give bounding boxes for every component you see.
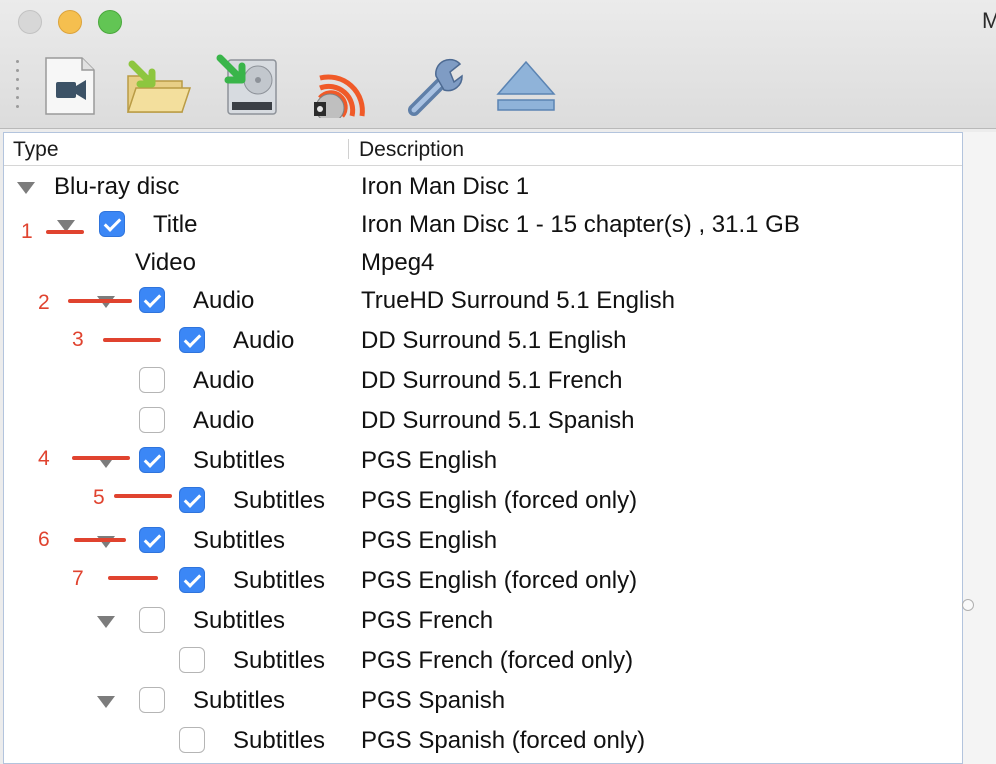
row-description: PGS English (361, 527, 498, 554)
row-type: Subtitles (233, 727, 326, 754)
row-type: Subtitles (233, 567, 326, 594)
row-type: Audio (193, 407, 255, 434)
outline-row[interactable]: Blu-ray disc Iron Man Disc 1 (4, 168, 962, 208)
row-checkbox[interactable] (99, 211, 125, 237)
annotation-stroke (72, 456, 130, 460)
row-checkbox[interactable] (139, 607, 165, 633)
row-description: PGS English (forced only) (361, 487, 638, 514)
outline-row[interactable]: Subtitles PGS French (forced only) (4, 642, 962, 682)
annotation-number: 5 (93, 486, 105, 509)
row-description: PGS English (forced only) (361, 567, 638, 594)
row-description: PGS English (361, 447, 498, 474)
eject-icon[interactable] (492, 54, 562, 118)
row-description: Iron Man Disc 1 - 15 chapter(s) , 31.1 G… (361, 211, 800, 238)
outline-row[interactable]: Subtitles PGS French (4, 602, 962, 642)
annotation-stroke (114, 494, 172, 498)
outline-row[interactable]: Subtitles PGS English (forced only) (4, 562, 962, 602)
annotation-number: 4 (38, 447, 50, 470)
row-checkbox[interactable] (179, 727, 205, 753)
row-description: PGS Spanish (forced only) (361, 727, 646, 754)
window-toolbar: M (0, 0, 996, 129)
row-description: DD Surround 5.1 Spanish (361, 407, 635, 434)
row-checkbox[interactable] (139, 367, 165, 393)
wrench-icon[interactable] (400, 54, 470, 118)
row-type: Subtitles (233, 647, 326, 674)
row-description: Iron Man Disc 1 (361, 173, 530, 200)
outline-row[interactable]: Video Mpeg4 (4, 244, 962, 284)
row-checkbox[interactable] (179, 567, 205, 593)
description-column-header[interactable]: Description (359, 138, 464, 162)
row-description: TrueHD Surround 5.1 English (361, 287, 675, 314)
toolbar-grip[interactable] (16, 60, 20, 114)
annotation-number: 1 (21, 220, 33, 243)
row-checkbox[interactable] (179, 327, 205, 353)
row-type: Title (153, 211, 198, 238)
outline-row[interactable]: Audio DD Surround 5.1 English (4, 322, 962, 362)
row-description: PGS French (forced only) (361, 647, 634, 674)
row-type: Audio (233, 327, 295, 354)
row-checkbox[interactable] (139, 407, 165, 433)
column-divider[interactable] (348, 139, 349, 159)
minimize-window-button[interactable] (58, 10, 82, 34)
row-type: Audio (193, 367, 255, 394)
disclosure-triangle-icon[interactable] (17, 182, 35, 194)
window-title: M (982, 8, 996, 33)
video-camera-icon[interactable] (36, 54, 106, 118)
outline-row[interactable]: Audio DD Surround 5.1 French (4, 362, 962, 402)
row-description: DD Surround 5.1 English (361, 327, 627, 354)
scroll-knob[interactable] (962, 599, 974, 611)
annotation-stroke (108, 576, 158, 580)
scroll-gutter (963, 132, 996, 764)
stream-disc-icon[interactable] (306, 54, 376, 123)
row-checkbox[interactable] (179, 487, 205, 513)
annotation-number: 2 (38, 291, 50, 314)
disclosure-triangle-icon[interactable] (97, 616, 115, 628)
row-checkbox[interactable] (179, 647, 205, 673)
row-type: Subtitles (193, 607, 286, 634)
row-checkbox[interactable] (139, 287, 165, 313)
row-description: PGS French (361, 607, 494, 634)
row-description: PGS Spanish (361, 687, 506, 714)
row-type: Subtitles (193, 447, 286, 474)
annotation-stroke (46, 230, 84, 234)
row-type: Audio (193, 287, 255, 314)
outline-row[interactable]: Subtitles PGS Spanish (4, 682, 962, 722)
row-type: Subtitles (193, 527, 286, 554)
close-window-button[interactable] (18, 10, 42, 34)
annotation-number: 3 (72, 328, 84, 351)
outline-row[interactable]: Subtitles PGS Spanish (forced only) (4, 722, 962, 762)
outline-row[interactable]: Subtitles PGS English (forced only) (4, 482, 962, 522)
drive-import-icon[interactable] (214, 54, 284, 118)
row-checkbox[interactable] (139, 527, 165, 553)
row-type: Subtitles (193, 687, 286, 714)
annotation-stroke (68, 299, 132, 303)
annotation-stroke (74, 538, 126, 542)
outline-row[interactable]: Title Iron Man Disc 1 - 15 chapter(s) , … (4, 206, 962, 246)
outline-row[interactable]: Audio DD Surround 5.1 Spanish (4, 402, 962, 442)
zoom-window-button[interactable] (98, 10, 122, 34)
outline-row[interactable]: Audio TrueHD Surround 5.1 English (4, 282, 962, 322)
annotation-stroke (103, 338, 161, 342)
annotation-number: 7 (72, 567, 84, 590)
row-checkbox[interactable] (139, 687, 165, 713)
row-description: Mpeg4 (361, 249, 435, 276)
row-type: Video (135, 249, 196, 276)
annotation-number: 6 (38, 528, 50, 551)
type-column-header[interactable]: Type (13, 138, 59, 162)
row-checkbox[interactable] (139, 447, 165, 473)
column-header: Type Description (4, 133, 962, 166)
title-outline-view: Type Description Blu-ray disc Iron Man D… (3, 132, 963, 764)
row-type: Subtitles (233, 487, 326, 514)
open-folder-icon[interactable] (122, 54, 192, 118)
row-description: DD Surround 5.1 French (361, 367, 623, 394)
outline-row[interactable]: Subtitles PGS English (4, 522, 962, 562)
disclosure-triangle-icon[interactable] (97, 696, 115, 708)
row-type: Blu-ray disc (54, 173, 180, 200)
outline-row[interactable]: Subtitles PGS English (4, 442, 962, 482)
